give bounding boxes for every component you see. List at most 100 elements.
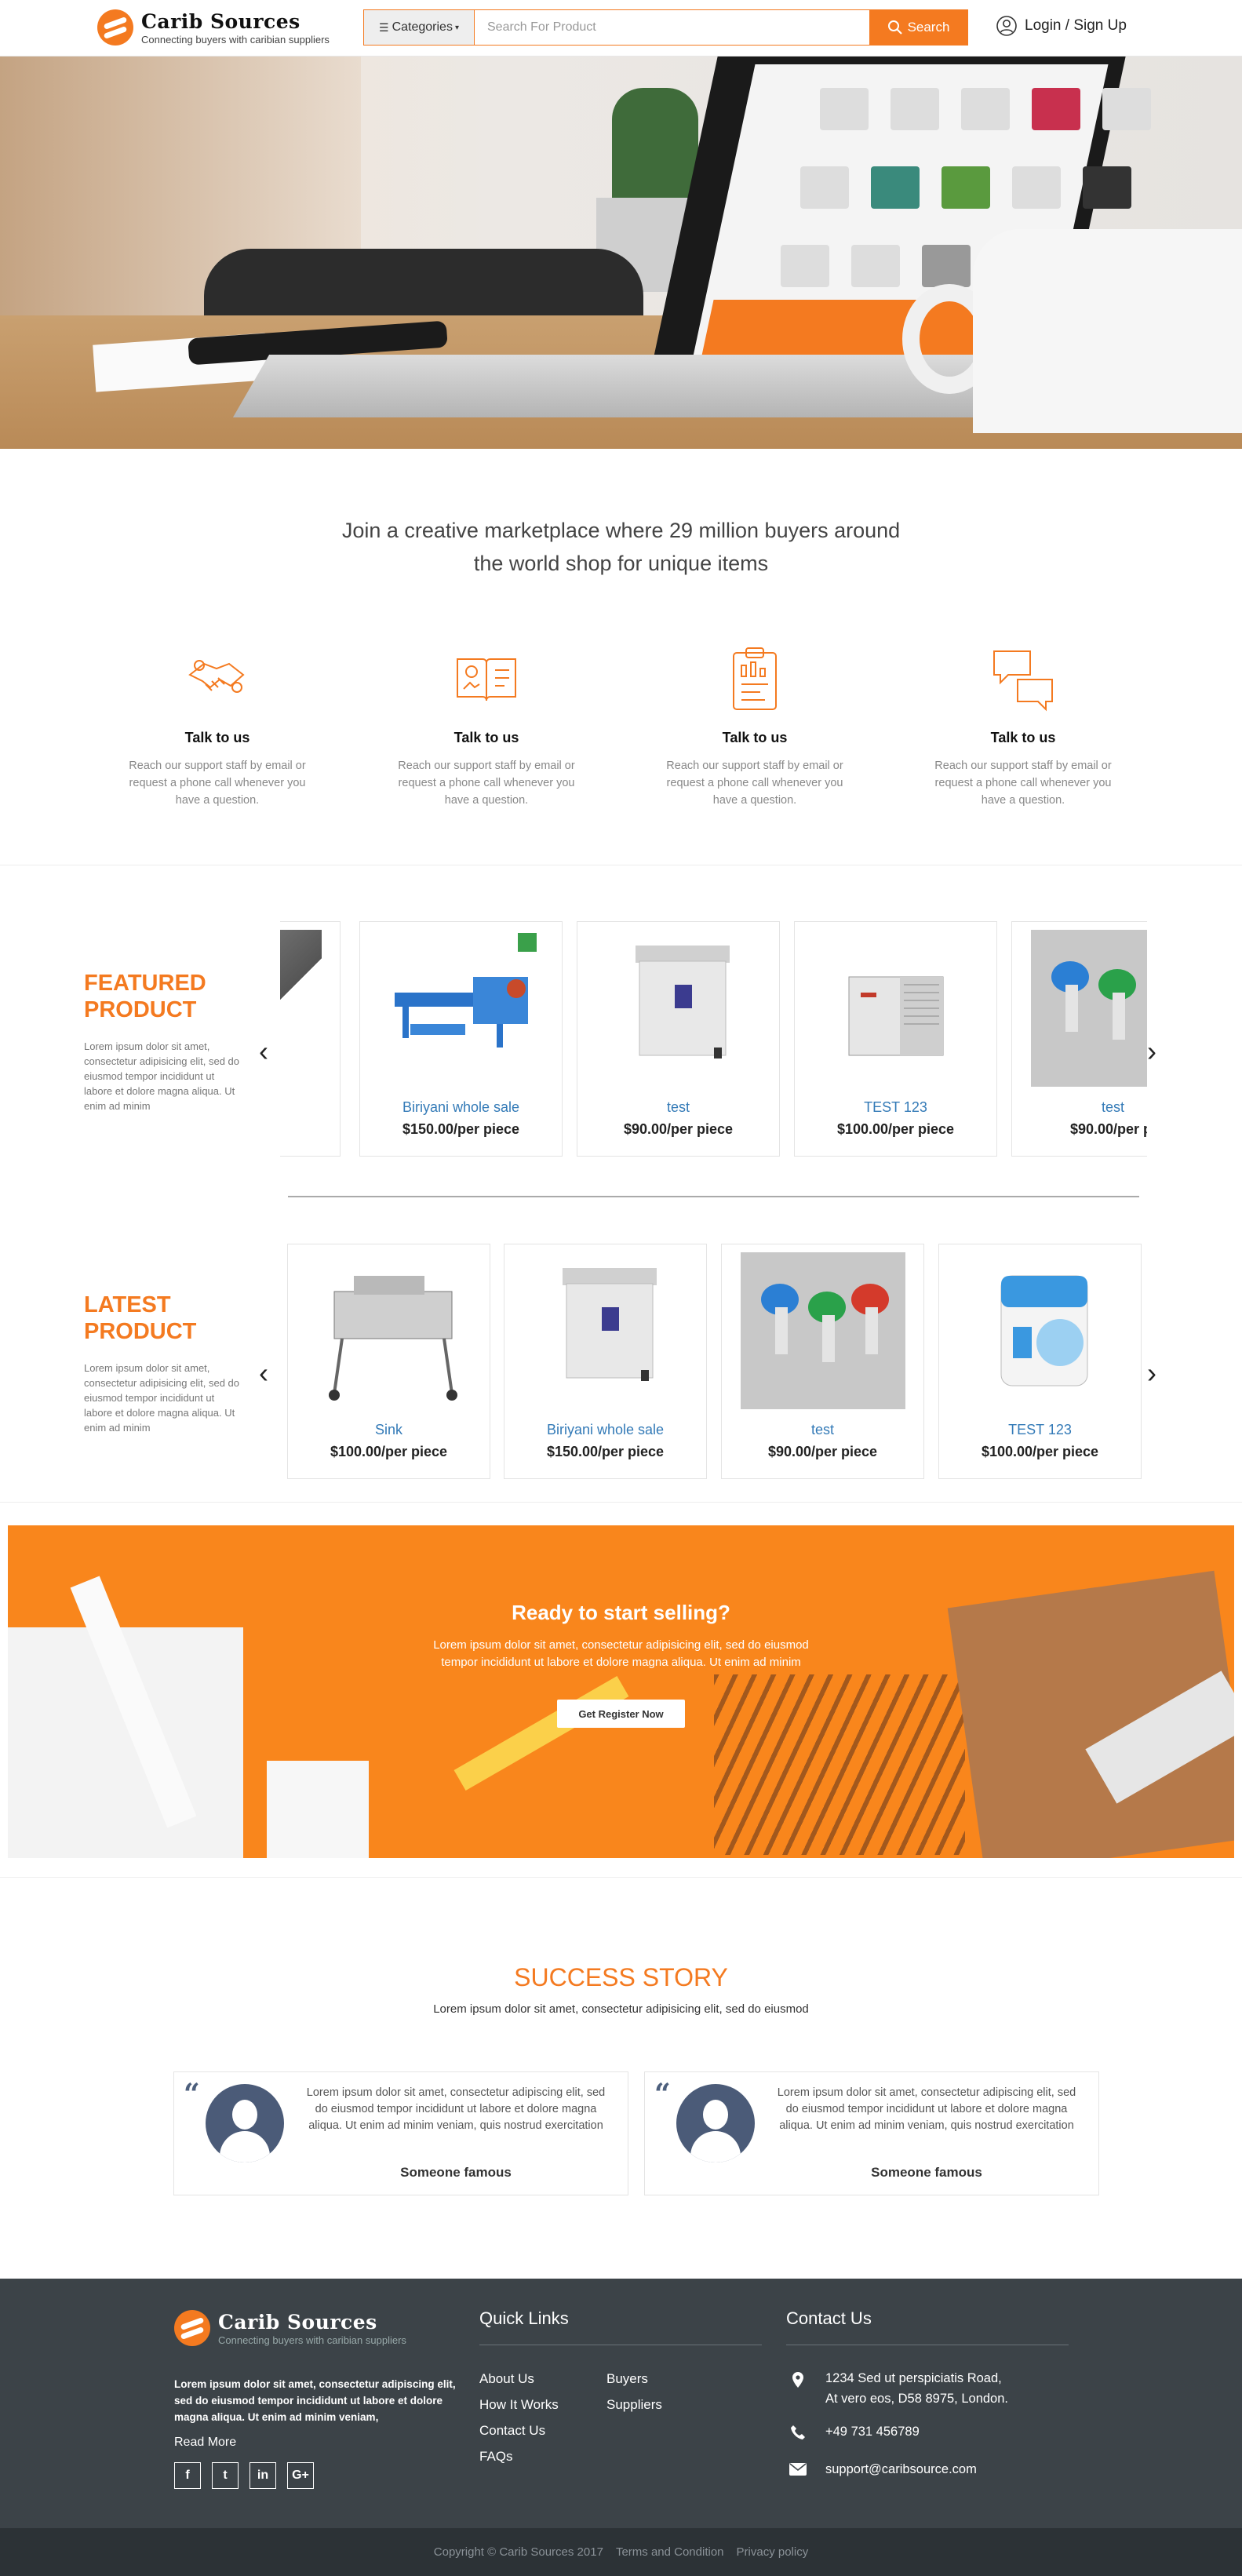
coffee-mug — [973, 229, 1242, 433]
login-label: Login / Sign Up — [1025, 17, 1127, 34]
product-card[interactable]: test $90.00/per piece — [577, 921, 780, 1157]
logo-tagline: Connecting buyers with caribian supplier… — [141, 33, 330, 46]
product-card[interactable]: TEST 123 $100.00/per piece — [794, 921, 997, 1157]
footer-link-faqs[interactable]: FAQs — [479, 2449, 513, 2465]
product-card[interactable]: Sink $100.00/per piece — [287, 1244, 490, 1479]
section-divider — [0, 1877, 1242, 1878]
footer-link-contact[interactable]: Contact Us — [479, 2423, 545, 2439]
latest-next-arrow[interactable]: › — [1147, 1359, 1156, 1387]
latest-title-line2: PRODUCT — [84, 1319, 197, 1344]
footer-logo[interactable]: Carib Sources Connecting buyers with car… — [174, 2310, 406, 2346]
sell-banner: Ready to start selling? Lorem ipsum dolo… — [8, 1525, 1234, 1858]
copyright-text: Copyright © Carib Sources 2017 — [433, 2545, 603, 2559]
footer-link-suppliers[interactable]: Suppliers — [606, 2397, 662, 2413]
intro-heading-line1: Join a creative marketplace where 29 mil… — [341, 519, 901, 542]
feature-title: Talk to us — [990, 730, 1056, 745]
footer-about: Lorem ipsum dolor sit amet, consectetur … — [174, 2378, 456, 2423]
footer-link-how[interactable]: How It Works — [479, 2397, 559, 2413]
product-name[interactable]: test — [1012, 1099, 1147, 1116]
register-button[interactable]: Get Register Now — [557, 1700, 685, 1728]
product-image — [741, 1252, 905, 1409]
product-price: $100.00/per piece — [330, 1444, 448, 1459]
search-input[interactable] — [475, 10, 869, 45]
caret-down-icon: ▾ — [454, 23, 459, 32]
featured-next-arrow[interactable]: › — [1147, 1037, 1156, 1066]
read-more-link[interactable]: Read More — [174, 2436, 236, 2450]
facebook-icon[interactable]: f — [174, 2462, 201, 2489]
site-header: Carib Sources Connecting buyers with car… — [0, 0, 1242, 56]
product-card[interactable]: test $90.00/per piece — [721, 1244, 924, 1479]
linkedin-icon[interactable]: in — [249, 2462, 276, 2489]
product-name[interactable]: TEST 123 — [795, 1099, 996, 1116]
feature-desc: Reach our support staff by email or requ… — [666, 760, 843, 807]
product-price: $150.00/per piece — [402, 1121, 520, 1137]
categories-label: Categories — [392, 20, 453, 34]
product-card[interactable]: Biriyani whole sale $150.00/per piece — [359, 921, 563, 1157]
twitter-icon[interactable]: t — [212, 2462, 239, 2489]
feature-item: Talk to us Reach our support staff by em… — [661, 643, 849, 809]
section-divider — [0, 1502, 1242, 1503]
product-image — [814, 930, 978, 1087]
quick-links-title: Quick Links — [479, 2308, 569, 2328]
product-name[interactable]: Biriyani whole sale — [504, 1422, 706, 1438]
latest-prev-arrow[interactable]: ‹ — [259, 1359, 268, 1387]
product-price: $90.00/per piece — [623, 1121, 734, 1137]
logo-name: Carib Sources — [141, 9, 300, 33]
envelope-icon — [789, 2462, 807, 2481]
feature-desc: Reach our support staff by email or requ… — [398, 760, 575, 807]
login-signup-link[interactable]: Login / Sign Up — [996, 16, 1127, 36]
product-price: $100.00/per piece — [836, 1121, 955, 1137]
latest-title-line1: LATEST — [84, 1292, 171, 1317]
product-name[interactable]: TEST 123 — [939, 1422, 1141, 1438]
hero-image — [0, 56, 1242, 449]
footer-link-buyers[interactable]: Buyers — [606, 2371, 648, 2387]
contact-title: Contact Us — [786, 2308, 872, 2328]
featured-title-line1: FEATURED — [84, 971, 206, 996]
contact-phone[interactable]: +49 731 456789 — [825, 2421, 920, 2442]
terms-link[interactable]: Terms and Condition — [616, 2545, 724, 2559]
intro-heading: Join a creative marketplace where 29 mil… — [0, 514, 1242, 580]
book-icon — [451, 643, 522, 714]
categories-dropdown[interactable]: ☰ Categories ▾ — [364, 10, 475, 45]
chat-bubbles-icon — [988, 643, 1058, 714]
banner-title: Ready to start selling? — [512, 1601, 730, 1624]
search-bar: ☰ Categories ▾ Search — [363, 9, 968, 46]
product-price: ece — [280, 1121, 340, 1138]
feature-title: Talk to us — [722, 730, 788, 745]
featured-prev-arrow[interactable]: ‹ — [259, 1037, 268, 1066]
latest-title: LATEST PRODUCT — [84, 1292, 196, 1345]
logo-mark-icon — [97, 9, 133, 46]
privacy-link[interactable]: Privacy policy — [737, 2545, 809, 2559]
feature-desc: Reach our support staff by email or requ… — [934, 760, 1112, 807]
product-card[interactable]: test $90.00/per pi — [1011, 921, 1147, 1157]
product-name[interactable]: Biriyani whole sale — [360, 1099, 562, 1116]
phone-icon — [789, 2425, 807, 2443]
contact-address: 1234 Sed ut perspiciatis Road, At vero e… — [825, 2368, 1008, 2409]
search-button[interactable]: Search — [869, 10, 967, 45]
product-name[interactable]: test — [577, 1099, 779, 1116]
product-image — [523, 1252, 688, 1409]
search-button-label: Search — [907, 20, 950, 35]
footer-logo-name: Carib Sources — [218, 2310, 377, 2334]
product-image — [596, 930, 761, 1087]
product-card[interactable]: Biriyani whole sale $150.00/per piece — [504, 1244, 707, 1479]
user-icon — [996, 16, 1017, 36]
google-plus-icon[interactable]: G+ — [287, 2462, 314, 2489]
testimonial-author: Someone famous — [400, 2165, 512, 2180]
footer-logo-tagline: Connecting buyers with caribian supplier… — [218, 2334, 406, 2346]
product-image — [958, 1252, 1123, 1409]
contact-email[interactable]: support@caribsource.com — [825, 2459, 977, 2479]
product-card[interactable]: TEST 123 $100.00/per piece — [938, 1244, 1142, 1479]
site-footer: Carib Sources Connecting buyers with car… — [0, 2279, 1242, 2528]
success-title: SUCCESS STORY — [514, 1963, 728, 1991]
feature-title: Talk to us — [453, 730, 519, 745]
site-logo[interactable]: Carib Sources Connecting buyers with car… — [97, 9, 330, 46]
product-name[interactable]: Sink — [288, 1422, 490, 1438]
product-name[interactable]: test — [722, 1422, 923, 1438]
product-price: $150.00/per piece — [546, 1444, 665, 1459]
latest-desc: Lorem ipsum dolor sit amet, consectetur … — [84, 1362, 240, 1434]
quote-icon: “ — [654, 2078, 671, 2111]
product-card[interactable]: ece — [280, 921, 341, 1157]
social-links: f t in G+ — [174, 2462, 314, 2489]
footer-link-about[interactable]: About Us — [479, 2371, 534, 2387]
